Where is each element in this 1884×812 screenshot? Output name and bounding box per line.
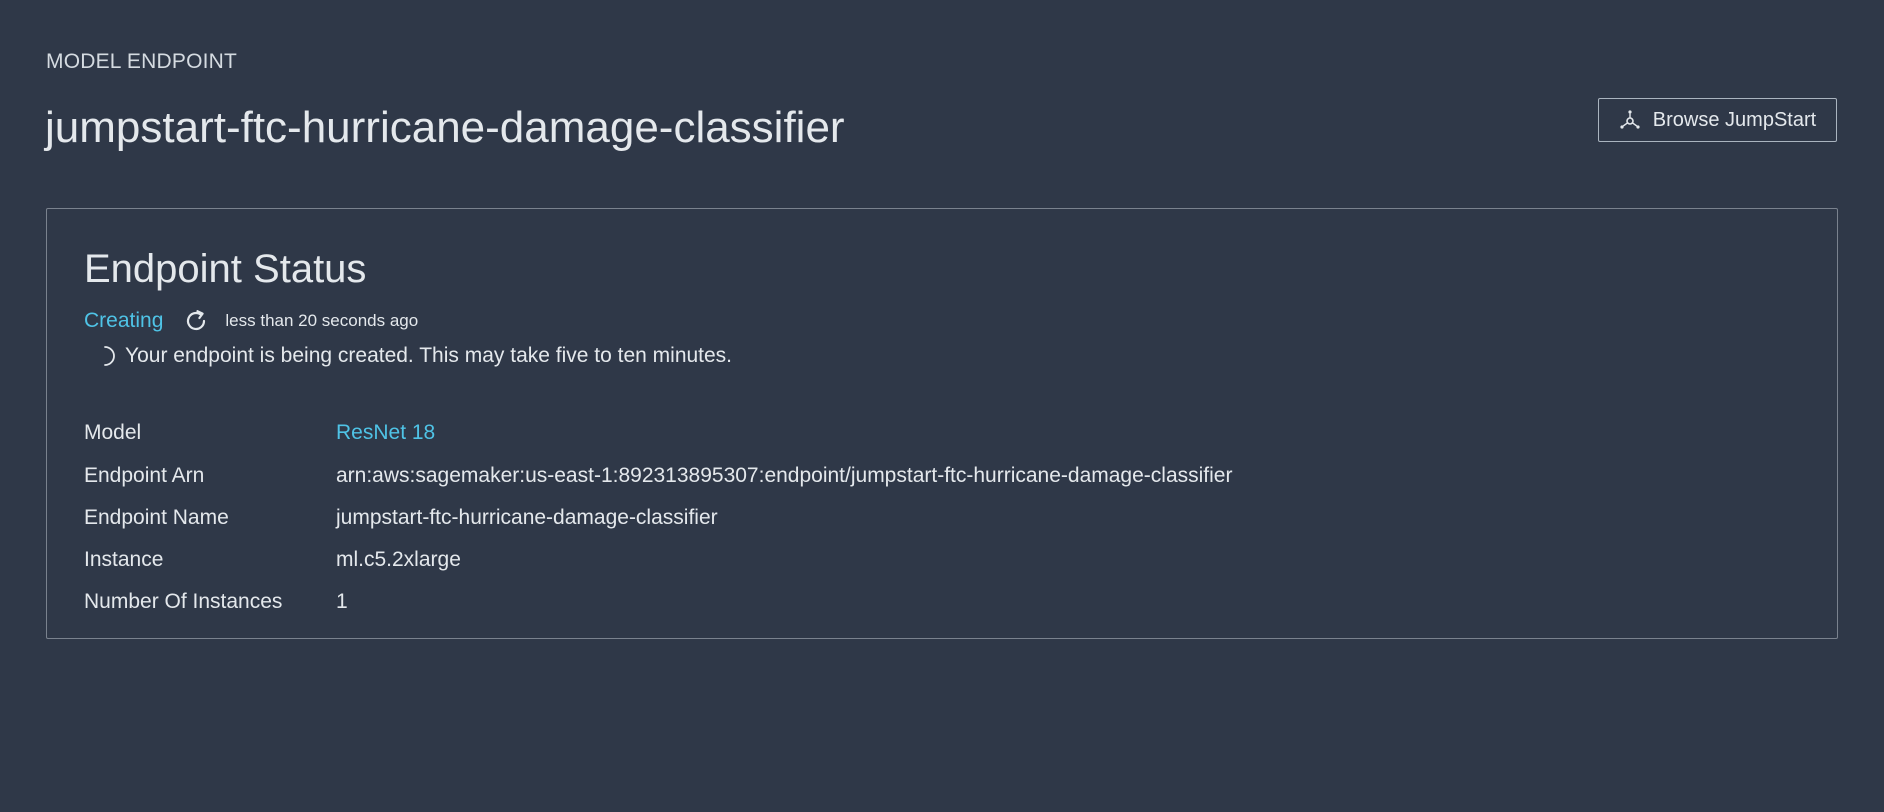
detail-row-instance: Instance ml.c5.2xlarge [84,545,461,575]
network-nodes-icon [1619,109,1641,131]
loading-spinner-icon [99,345,117,367]
progress-row: Your endpoint is being created. This may… [99,342,732,370]
page-title: jumpstart-ftc-hurricane-damage-classifie… [45,103,845,152]
browse-jumpstart-button[interactable]: Browse JumpStart [1598,98,1837,142]
detail-label: Endpoint Arn [84,464,205,487]
detail-label: Model [84,421,142,444]
refresh-icon[interactable] [183,308,209,334]
detail-row-model: Model ResNet 18 [84,418,435,448]
panel-title: Endpoint Status [84,247,367,291]
progress-message: Your endpoint is being created. This may… [125,344,733,367]
model-link[interactable]: ResNet 18 [336,421,435,445]
status-row: Creating less than 20 seconds ago [84,307,418,335]
detail-label: Number Of Instances [84,590,283,613]
detail-label: Endpoint Name [84,506,229,529]
detail-row-number-of-instances: Number Of Instances 1 [84,587,348,617]
endpoint-arn-value: arn:aws:sagemaker:us-east-1:892313895307… [336,464,1233,487]
status-badge: Creating [84,309,164,332]
detail-row-endpoint-name: Endpoint Name jumpstart-ftc-hurricane-da… [84,503,718,533]
status-updated-time: less than 20 seconds ago [225,311,419,330]
number-of-instances-value: 1 [336,590,348,613]
instance-value: ml.c5.2xlarge [336,548,461,571]
detail-label: Instance [84,548,164,571]
page-eyebrow: MODEL ENDPOINT [46,50,238,73]
endpoint-name-value: jumpstart-ftc-hurricane-damage-classifie… [336,506,718,529]
model-endpoint-page: MODEL ENDPOINT jumpstart-ftc-hurricane-d… [0,0,1884,812]
detail-row-endpoint-arn: Endpoint Arn arn:aws:sagemaker:us-east-1… [84,461,1232,491]
endpoint-status-panel: Endpoint Status Creating less than 20 se… [46,208,1838,639]
browse-jumpstart-label: Browse JumpStart [1652,108,1817,131]
